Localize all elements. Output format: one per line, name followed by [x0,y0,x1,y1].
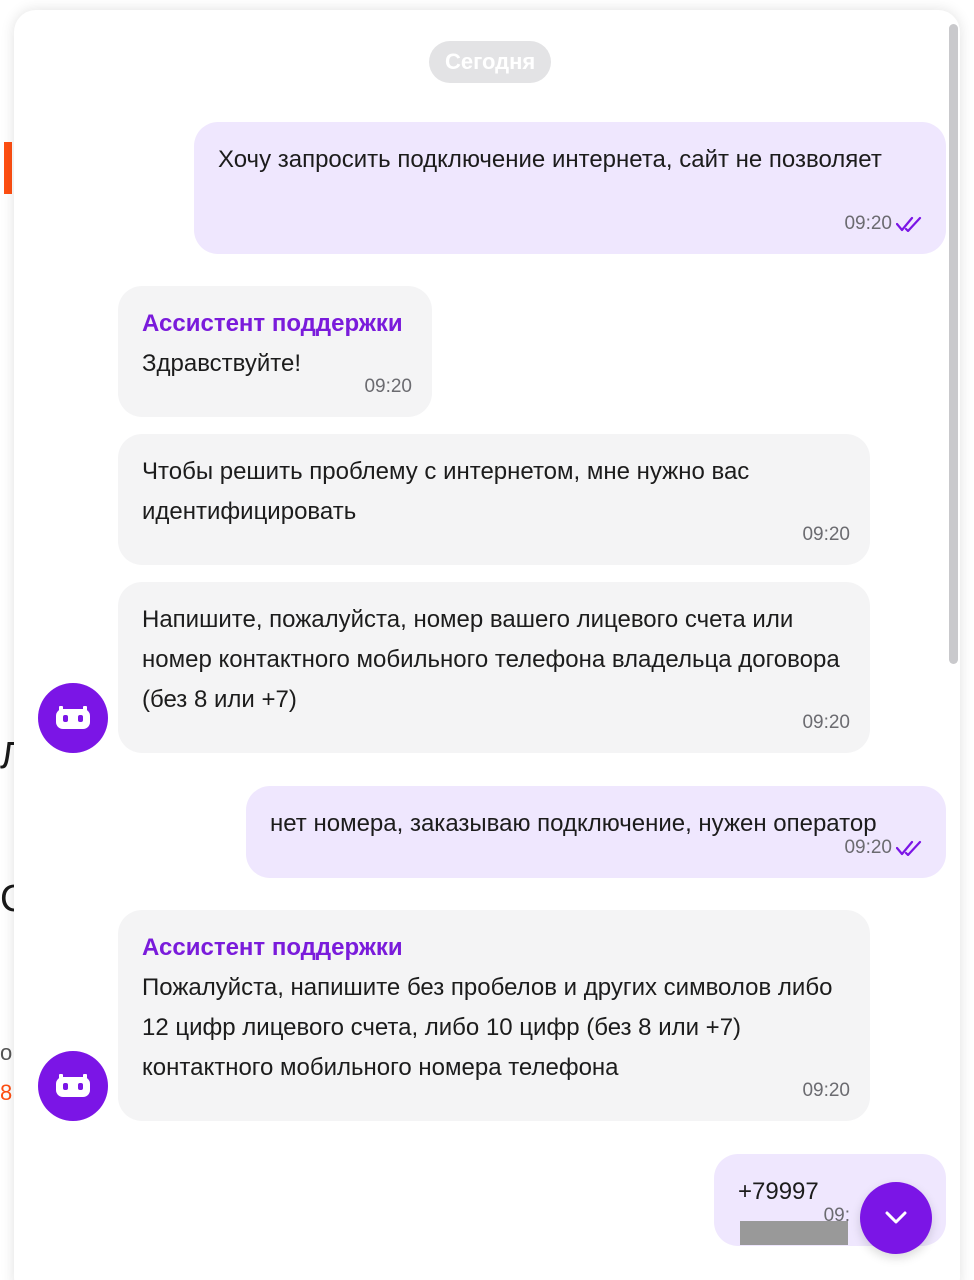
chevron-down-icon [885,1211,907,1224]
message-meta: 09:20 [802,703,850,743]
message-time: 09:20 [364,376,412,397]
message-meta: 09:20 [844,204,926,244]
robot-icon [56,1074,90,1097]
sender-name: Ассистент поддержки [142,934,403,961]
background-text-fragment: 8 [0,1080,13,1105]
incoming-message[interactable]: Ассистент поддержки Пожалуйста, напишите… [118,910,870,1121]
scrollbar[interactable] [949,24,958,664]
message-meta: 09:20 [802,515,850,555]
chat-window[interactable]: Сегодня Хочу запросить подключение интер… [14,10,960,1280]
incoming-message[interactable]: Ассистент поддержки Здравствуйте! 09:20 [118,286,432,417]
message-text: Хочу запросить подключение интернета, са… [218,146,882,173]
message-text: Чтобы решить проблему с интернетом, мне … [142,458,750,525]
outgoing-message[interactable]: нет номера, заказываю подключение, нужен… [246,786,946,878]
bot-avatar [38,683,108,753]
double-check-icon [896,840,922,856]
background-text-fragment: о [0,1040,13,1065]
outgoing-message[interactable]: Хочу запросить подключение интернета, са… [194,122,946,254]
message-time: 09:20 [802,712,850,733]
incoming-message[interactable]: Чтобы решить проблему с интернетом, мне … [118,434,870,565]
message-meta: 09: [824,1196,850,1236]
double-check-icon [896,216,922,232]
message-time: 09:20 [802,1080,850,1101]
message-text: +79997 [738,1178,819,1205]
sender-name: Ассистент поддержки [142,310,403,337]
date-separator: Сегодня [429,41,552,83]
message-meta: 09:20 [802,1071,850,1111]
scroll-down-button[interactable] [860,1182,932,1254]
robot-icon [56,706,90,729]
message-meta: 09:20 [844,828,926,868]
message-time: 09:20 [844,837,892,858]
message-time: 09: [823,1205,850,1226]
message-time: 09:20 [844,213,892,234]
message-text: Пожалуйста, напишите без пробелов и друг… [142,974,833,1081]
message-meta: 09:20 [364,367,412,407]
bot-avatar [38,1051,108,1121]
message-text: нет номера, заказываю подключение, нужен… [270,810,877,837]
background-accent-bar [4,142,12,194]
incoming-message[interactable]: Напишите, пожалуйста, номер вашего лицев… [118,582,870,753]
message-time: 09:20 [802,524,850,545]
message-text: Напишите, пожалуйста, номер вашего лицев… [142,606,840,713]
